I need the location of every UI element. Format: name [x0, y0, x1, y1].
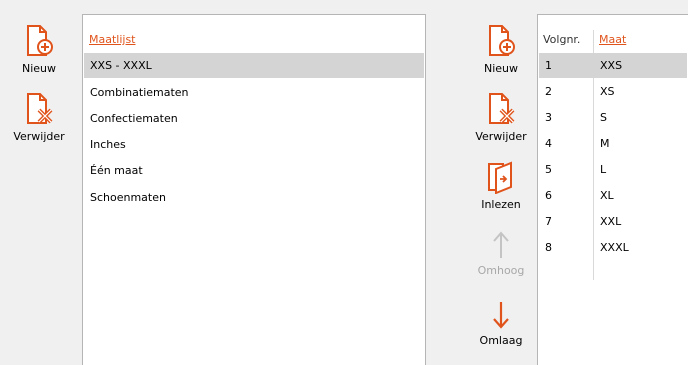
delete-list-button[interactable]: Verwijder [10, 92, 68, 143]
size-list-header[interactable]: Maatlijst [89, 33, 136, 46]
import-icon [486, 160, 516, 194]
table-row[interactable]: 4 M [539, 131, 687, 156]
sequence-cell: 2 [545, 85, 552, 98]
list-item-label: Combinatiematen [90, 86, 189, 99]
table-row[interactable]: 7 XXL [539, 209, 687, 234]
size-cell: M [600, 137, 610, 150]
list-item-label: XXS - XXXL [90, 59, 152, 72]
delete-document-icon [24, 92, 54, 126]
size-cell: L [600, 163, 607, 176]
sequence-cell: 8 [545, 241, 552, 254]
size-cell: XXL [600, 215, 622, 228]
delete-size-label: Verwijder [475, 130, 527, 143]
sizes-table-panel: Volgnr. Maat 1 XXS 2 XS 3 S 4 M 5 L 6 XL… [537, 14, 688, 365]
column-header-sequence[interactable]: Volgnr. [543, 33, 580, 46]
table-row[interactable]: 8 XXXL [539, 235, 687, 260]
sequence-cell: 4 [545, 137, 552, 150]
table-row[interactable]: 2 XS [539, 79, 687, 104]
move-down-button[interactable]: Omlaag [474, 300, 528, 347]
table-row[interactable]: 1 XXS [539, 53, 687, 78]
table-row[interactable]: 5 L [539, 157, 687, 182]
list-item-clothing-sizes[interactable]: Confectiematen [84, 106, 424, 131]
import-button[interactable]: Inlezen [474, 160, 528, 211]
sequence-cell: 7 [545, 215, 552, 228]
import-label: Inlezen [481, 198, 521, 211]
list-item-combination-sizes[interactable]: Combinatiematen [84, 80, 424, 105]
new-document-icon [486, 24, 516, 58]
sequence-cell: 3 [545, 111, 552, 124]
delete-size-button[interactable]: Verwijder [470, 92, 532, 143]
list-item-one-size[interactable]: Één maat [84, 158, 424, 183]
list-item-label: Confectiematen [90, 112, 178, 125]
size-cell: XS [600, 85, 615, 98]
move-up-button[interactable]: Omhoog [474, 230, 528, 277]
arrow-up-icon [491, 230, 511, 260]
arrow-down-icon [491, 300, 511, 330]
new-list-label: Nieuw [21, 62, 57, 75]
new-document-icon [24, 24, 54, 58]
size-cell: XXXL [600, 241, 629, 254]
list-item-inches[interactable]: Inches [84, 132, 424, 157]
column-header-size[interactable]: Maat [599, 33, 626, 46]
sequence-cell: 6 [545, 189, 552, 202]
move-down-label: Omlaag [479, 334, 523, 347]
size-cell: XL [600, 189, 614, 202]
list-item-label: Schoenmaten [90, 191, 166, 204]
table-row[interactable]: 6 XL [539, 183, 687, 208]
size-cell: XXS [600, 59, 623, 72]
sequence-cell: 5 [545, 163, 552, 176]
new-size-button[interactable]: Nieuw [474, 24, 528, 75]
list-item-xxs-xxxl[interactable]: XXS - XXXL [84, 53, 424, 78]
table-row[interactable]: 3 S [539, 105, 687, 130]
list-item-shoe-sizes[interactable]: Schoenmaten [84, 185, 424, 210]
size-lists-panel: Maatlijst XXS - XXXL Combinatiematen Con… [82, 14, 426, 365]
move-up-label: Omhoog [477, 264, 525, 277]
new-size-label: Nieuw [483, 62, 519, 75]
list-item-label: Één maat [90, 164, 143, 177]
delete-list-label: Verwijder [13, 130, 65, 143]
delete-document-icon [486, 92, 516, 126]
list-item-label: Inches [90, 138, 126, 151]
size-cell: S [600, 111, 607, 124]
sequence-cell: 1 [545, 59, 552, 72]
new-list-button[interactable]: Nieuw [14, 24, 64, 75]
